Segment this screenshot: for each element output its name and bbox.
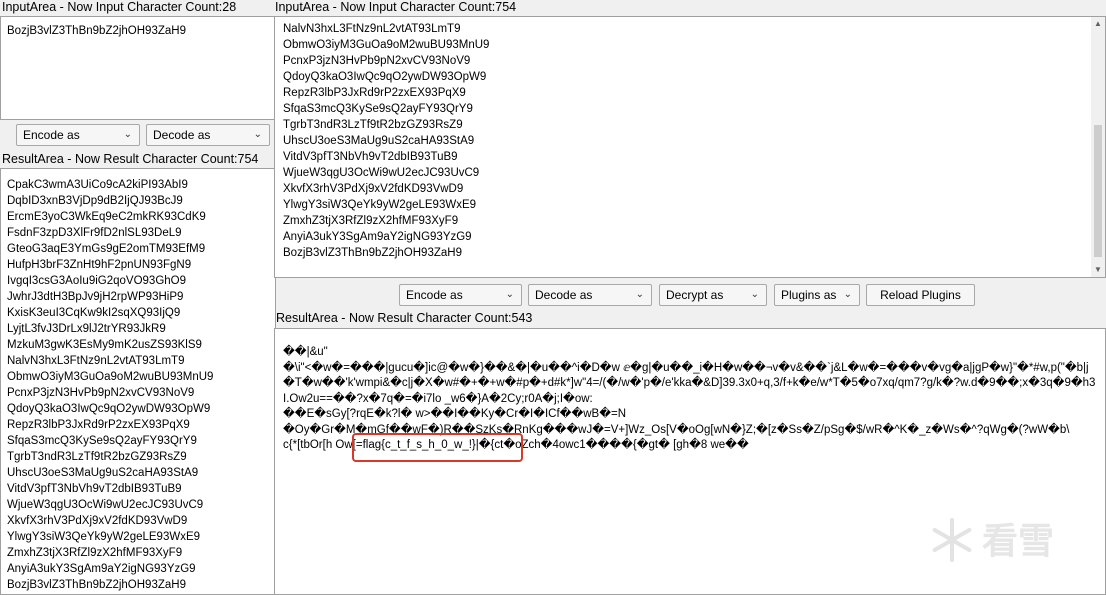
result-line: FsdnF3zpD3XlFr9fD2nlSL93DeL9	[7, 227, 182, 239]
input-line: AnyiA3ukY3SgAm9aY2igNG93YzG9	[283, 231, 472, 243]
result-line: HufpH3brF3ZnHt9hF2pnUN93FgN9	[7, 259, 192, 271]
result-line: SfqaS3mcQ3KySe9sQ2ayFY93QrY9	[7, 435, 197, 447]
result-line: ZmxhZ3tjX3RfZl9zX2hfMF93XyF9	[7, 547, 183, 559]
result-line: TgrbT3ndR3LzTf9tR2bzGZ93RsZ9	[7, 451, 187, 463]
result-line: GteoG3aqE3YmGs9gE2omTM93EfM9	[7, 243, 206, 255]
decrypt-select[interactable]: Decrypt as ⌄	[659, 284, 767, 306]
watermark-text: 看雪	[982, 521, 1055, 562]
input-textarea[interactable]: BozjB3vlZ3ThBn9bZ2jhOH93ZaH9	[0, 16, 276, 120]
encode-select-label: Encode as	[23, 128, 80, 142]
result-line: NalvN3hxL3FtNz9nL2vtAT93LmT9	[7, 355, 185, 367]
scroll-up-icon[interactable]: ▲	[1094, 19, 1102, 28]
snowflake-icon	[930, 518, 974, 562]
chevron-down-icon: ⌄	[750, 289, 759, 300]
flag-highlight-box	[352, 433, 523, 462]
result-line: JwhrJ3dtH3BpJv9jH2rpWP93HiP9	[7, 291, 184, 303]
result-line: DqbID3xnB3VjDp9dB2IjQJ93BcJ9	[7, 195, 183, 207]
input-line: QdoyQ3kaO3IwQc9qO2ywDW93OpW9	[283, 71, 487, 83]
input-line: VitdV3pfT3NbVh9vT2dbIB93TuB9	[283, 151, 458, 163]
chevron-down-icon: ⌄	[843, 289, 852, 300]
result-line: UhscU3oeS3MaUg9uS2caHA93StA9	[7, 467, 199, 479]
right-input-textarea[interactable]: NalvN3hxL3FtNz9nL2vtAT93LmT9 ObmwO3iyM3Gu…	[274, 16, 1106, 278]
plugins-select-label: Plugins as	[781, 288, 837, 302]
result-line: ErcmE3yoC3WkEq9eC2mkRK93CdK9	[7, 211, 206, 223]
decrypt-select-label: Decrypt as	[666, 288, 724, 302]
result-area-label: ResultArea - Now Result Character Count:…	[2, 152, 259, 166]
input-line: XkvfX3rhV3PdXj9xV2fdKD93VwD9	[283, 183, 464, 195]
decoded-line: �\i"<�w�=���|gucu�]ic@�w�}��&�|�u��^i�D�…	[283, 361, 1096, 405]
input-text: BozjB3vlZ3ThBn9bZ2jhOH93ZaH9	[7, 25, 186, 37]
result-line: WjueW3qgU3OcWi9wU2ecJC93UvC9	[7, 499, 204, 511]
scroll-down-icon[interactable]: ▼	[1094, 265, 1102, 274]
plugins-select[interactable]: Plugins as ⌄	[774, 284, 860, 306]
left-result-textarea[interactable]: CpakC3wmA3UiCo9cA2kiPI93AbI9 DqbID3xnB3Vj…	[0, 168, 276, 595]
right-encode-select[interactable]: Encode as ⌄	[399, 284, 522, 306]
result-line: YlwgY3siW3QeYk9yW2geLE93WxE9	[7, 531, 201, 543]
decode-select[interactable]: Decode as ⌄	[146, 124, 270, 146]
input-line: PcnxP3jzN3HvPb9pN2xvCV93NoV9	[283, 55, 471, 67]
result-line: LyjtL3fvJ3DrLx9lJ2trYR93JkR9	[7, 323, 166, 335]
result-line: RepzR3lbP3JxRd9rP2zxEX93PqX9	[7, 419, 190, 431]
result-line: VitdV3pfT3NbVh9vT2dbIB93TuB9	[7, 483, 182, 495]
input-line: WjueW3qgU3OcWi9wU2ecJC93UvC9	[283, 167, 480, 179]
chevron-down-icon: ⌄	[505, 289, 514, 300]
input-line: TgrbT3ndR3LzTf9tR2bzGZ93RsZ9	[283, 119, 463, 131]
decoded-line: ��E�sGy[?rqE�k?l� w>��I��Ky�Cr�I�ICf��wB…	[283, 408, 627, 420]
right-input-scrollbar[interactable]: ▲ ▼	[1091, 17, 1105, 277]
result-line: CpakC3wmA3UiCo9cA2kiPI93AbI9	[7, 179, 188, 191]
input-line: YlwgY3siW3QeYk9yW2geLE93WxE9	[283, 199, 477, 211]
input-line: SfqaS3mcQ3KySe9sQ2ayFY93QrY9	[283, 103, 473, 115]
input-line: BozjB3vlZ3ThBn9bZ2jhOH93ZaH9	[283, 247, 462, 259]
right-decode-select[interactable]: Decode as ⌄	[528, 284, 652, 306]
decode-select-label: Decode as	[153, 128, 211, 142]
reload-plugins-button[interactable]: Reload Plugins	[866, 284, 975, 306]
chevron-down-icon: ⌄	[253, 129, 262, 140]
chevron-down-icon: ⌄	[635, 289, 644, 300]
result-line: BozjB3vlZ3ThBn9bZ2jhOH93ZaH9	[7, 579, 186, 591]
result-line: KxisK3euI3CqKw9kI2sqXQ93IjQ9	[7, 307, 181, 319]
right-decode-select-label: Decode as	[535, 288, 593, 302]
decoded-line: ��|&u"	[283, 346, 328, 358]
chevron-down-icon: ⌄	[123, 129, 132, 140]
watermark: 看雪	[930, 512, 1090, 572]
encode-select[interactable]: Encode as ⌄	[16, 124, 140, 146]
result-line: MzkuM3gwK3EsMy9mK2usZS93KlS9	[7, 339, 202, 351]
result-line: XkvfX3rhV3PdXj9xV2fdKD93VwD9	[7, 515, 188, 527]
result-line: AnyiA3ukY3SgAm9aY2igNG93YzG9	[7, 563, 196, 575]
result-line: QdoyQ3kaO3IwQc9qO2ywDW93OpW9	[7, 403, 211, 415]
input-line: NalvN3hxL3FtNz9nL2vtAT93LmT9	[283, 23, 461, 35]
scrollbar-thumb[interactable]	[1094, 125, 1102, 257]
right-input-area-label: InputArea - Now Input Character Count:75…	[275, 0, 517, 14]
input-line: ObmwO3iyM3GuOa9oM2wuBU93MnU9	[283, 39, 490, 51]
result-line: PcnxP3jzN3HvPb9pN2xvCV93NoV9	[7, 387, 195, 399]
right-encode-select-label: Encode as	[406, 288, 463, 302]
input-line: ZmxhZ3tjX3RfZl9zX2hfMF93XyF9	[283, 215, 459, 227]
input-line: UhscU3oeS3MaUg9uS2caHA93StA9	[283, 135, 475, 147]
result-line: ObmwO3iyM3GuOa9oM2wuBU93MnU9	[7, 371, 214, 383]
right-result-area-label: ResultArea - Now Result Character Count:…	[276, 311, 533, 325]
input-line: RepzR3lbP3JxRd9rP2zxEX93PqX9	[283, 87, 466, 99]
input-area-label: InputArea - Now Input Character Count:28	[2, 0, 237, 14]
result-line: IvgqI3csG3AoIu9iG2qoVO93GhO9	[7, 275, 186, 287]
